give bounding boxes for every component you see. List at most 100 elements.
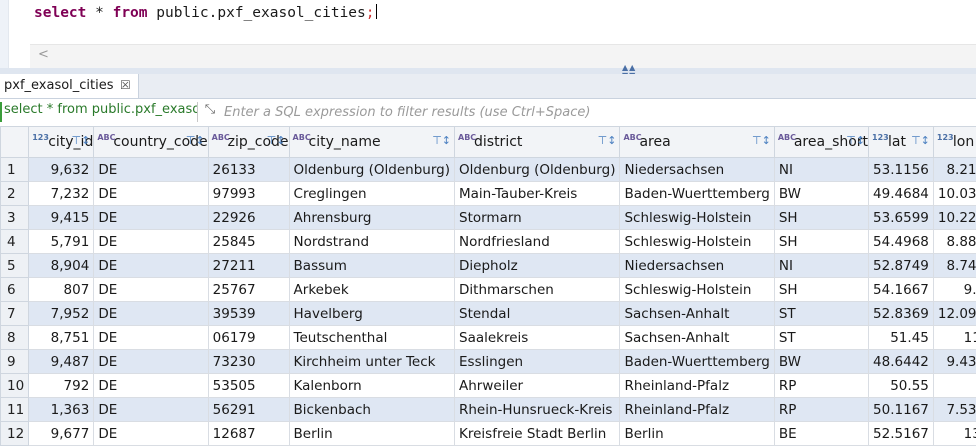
sort-filter-icon[interactable]: ⊤↕ <box>752 134 771 147</box>
cell-lon[interactable]: 8.7416 <box>932 253 976 278</box>
cell-zip-code[interactable]: 26133 <box>207 157 290 182</box>
cell-area-short[interactable]: RP <box>773 397 870 422</box>
row-number[interactable]: 8 <box>0 325 30 350</box>
cell-lon[interactable]: 12.0905 <box>932 301 976 326</box>
cell-country-code[interactable]: DE <box>93 229 209 254</box>
cell-city-name[interactable]: Nordstrand <box>288 229 456 254</box>
row-number[interactable]: 12 <box>0 421 30 446</box>
sql-editor[interactable]: select * from public.pxf_exasol_cities; … <box>0 0 976 69</box>
cell-zip-code[interactable]: 12687 <box>207 421 290 446</box>
cell-area-short[interactable]: BW <box>773 349 870 374</box>
cell-zip-code[interactable]: 25845 <box>207 229 290 254</box>
cell-zip-code[interactable]: 25767 <box>207 277 290 302</box>
row-number[interactable]: 9 <box>0 349 30 374</box>
cell-lon[interactable]: 7.5333 <box>932 397 976 422</box>
cell-lon[interactable]: 8.2159 <box>932 157 976 182</box>
expand-filter-icon[interactable]: ⤡ <box>202 102 218 118</box>
cell-zip-code[interactable]: 22926 <box>207 205 290 230</box>
filter-input[interactable] <box>224 102 964 122</box>
cell-lat[interactable]: 52.5167 <box>868 421 934 446</box>
cell-district[interactable]: Dithmarschen <box>453 277 621 302</box>
cell-zip-code[interactable]: 53505 <box>207 373 290 398</box>
sort-filter-icon[interactable]: ⊤↕ <box>72 134 91 147</box>
cell-district[interactable]: Main-Tauber-Kreis <box>453 181 621 206</box>
cell-lon[interactable]: 13.4 <box>932 421 976 446</box>
table-row[interactable]: 4 5,791 DE 25845 Nordstrand Nordfriesland Schl… <box>0 229 976 254</box>
cell-lon[interactable]: 9.4304 <box>932 349 976 374</box>
cell-lat[interactable]: 50.55 <box>868 373 934 398</box>
cell-area-short[interactable]: ST <box>773 325 870 350</box>
sort-filter-icon[interactable]: ⊤↕ <box>432 134 451 147</box>
cell-city-name[interactable]: Oldenburg (Oldenburg) <box>288 157 456 182</box>
cell-district[interactable]: Stendal <box>453 301 621 326</box>
cell-city-id[interactable]: 5,791 <box>28 229 95 254</box>
cell-area[interactable]: Rheinland-Pfalz <box>619 397 775 422</box>
cell-area-short[interactable]: RP <box>773 373 870 398</box>
cell-lat[interactable]: 52.8369 <box>868 301 934 326</box>
cell-area[interactable]: Baden-Wuerttemberg <box>619 349 775 374</box>
cell-city-id[interactable]: 7,232 <box>28 181 95 206</box>
cell-zip-code[interactable]: 27211 <box>207 253 290 278</box>
cell-area[interactable]: Schleswig-Holstein <box>619 205 775 230</box>
cell-area[interactable]: Sachsen-Anhalt <box>619 325 775 350</box>
table-row[interactable]: 9 9,487 DE 73230 Kirchheim unter Teck Essling… <box>0 349 976 374</box>
tab-results[interactable]: pxf_exasol_cities ☒ <box>0 74 139 98</box>
cell-lat[interactable]: 48.6442 <box>868 349 934 374</box>
column-header-area[interactable]: ABC area ⊤↕ <box>619 126 775 158</box>
table-row[interactable]: 2 7,232 DE 97993 Creglingen Main-Tauber-Kreis… <box>0 181 976 206</box>
cell-city-id[interactable]: 792 <box>28 373 95 398</box>
cell-city-name[interactable]: Teutschenthal <box>288 325 456 350</box>
table-row[interactable]: 12 9,677 DE 12687 Berlin Kreisfreie Stadt Ber… <box>0 421 976 446</box>
cell-district[interactable]: Nordfriesland <box>453 229 621 254</box>
sql-statement[interactable]: select * from public.pxf_exasol_cities; <box>34 4 377 21</box>
cell-country-code[interactable]: DE <box>93 157 209 182</box>
cell-area-short[interactable]: NI <box>773 253 870 278</box>
column-header-country-code[interactable]: ABC country_code ⊤↕ <box>93 126 209 158</box>
cell-area-short[interactable]: SH <box>773 205 870 230</box>
cell-country-code[interactable]: DE <box>93 205 209 230</box>
cell-country-code[interactable]: DE <box>93 421 209 446</box>
cell-area[interactable]: Baden-Wuerttemberg <box>619 181 775 206</box>
cell-city-id[interactable]: 807 <box>28 277 95 302</box>
row-number[interactable]: 4 <box>0 229 30 254</box>
column-header-city-id[interactable]: 123 city_id ⊤↕ <box>28 126 95 158</box>
close-icon[interactable]: ☒ <box>120 78 131 92</box>
row-number[interactable]: 2 <box>0 181 30 206</box>
row-number[interactable]: 6 <box>0 277 30 302</box>
cell-country-code[interactable]: DE <box>93 301 209 326</box>
cell-city-name[interactable]: Arkebek <box>288 277 456 302</box>
column-header-district[interactable]: ABC district ⊤↕ <box>453 126 621 158</box>
table-row[interactable]: 11 1,363 DE 56291 Bickenbach Rhein-Hunsrueck-… <box>0 397 976 422</box>
cell-country-code[interactable]: DE <box>93 349 209 374</box>
cell-country-code[interactable]: DE <box>93 181 209 206</box>
sort-filter-icon[interactable]: ⊤↕ <box>598 134 617 147</box>
cell-area-short[interactable]: BW <box>773 181 870 206</box>
cell-country-code[interactable]: DE <box>93 397 209 422</box>
column-header-zip-code[interactable]: ABC zip_code ⊤↕ <box>207 126 290 158</box>
row-number[interactable]: 3 <box>0 205 30 230</box>
table-row[interactable]: 3 9,415 DE 22926 Ahrensburg Stormarn Schleswig… <box>0 205 976 230</box>
cell-area[interactable]: Sachsen-Anhalt <box>619 301 775 326</box>
cell-lat[interactable]: 54.4968 <box>868 229 934 254</box>
cell-lat[interactable]: 52.8749 <box>868 253 934 278</box>
cell-city-id[interactable]: 8,751 <box>28 325 95 350</box>
table-row[interactable]: 8 8,751 DE 06179 Teutschenthal Saalekreis Sach… <box>0 325 976 350</box>
cell-city-name[interactable]: Havelberg <box>288 301 456 326</box>
cell-city-id[interactable]: 9,415 <box>28 205 95 230</box>
cell-zip-code[interactable]: 39539 <box>207 301 290 326</box>
cell-lat[interactable]: 49.4684 <box>868 181 934 206</box>
cell-country-code[interactable]: DE <box>93 373 209 398</box>
row-number[interactable]: 5 <box>0 253 30 278</box>
cell-district[interactable]: Oldenburg (Oldenburg) <box>453 157 621 182</box>
cell-lon[interactable]: 8.8869 <box>932 229 976 254</box>
cell-district[interactable]: Esslingen <box>453 349 621 374</box>
column-header-lat[interactable]: 123 lat ⊤↕ <box>868 126 934 158</box>
cell-city-name[interactable]: Creglingen <box>288 181 456 206</box>
cell-city-name[interactable]: Ahrensburg <box>288 205 456 230</box>
cell-country-code[interactable]: DE <box>93 253 209 278</box>
row-number[interactable]: 11 <box>0 397 30 422</box>
cell-area[interactable]: Niedersachsen <box>619 253 775 278</box>
table-row[interactable]: 10 792 DE 53505 Kalenborn Ahrweiler Rheinland-… <box>0 373 976 398</box>
cell-city-name[interactable]: Bickenbach <box>288 397 456 422</box>
row-number[interactable]: 7 <box>0 301 30 326</box>
